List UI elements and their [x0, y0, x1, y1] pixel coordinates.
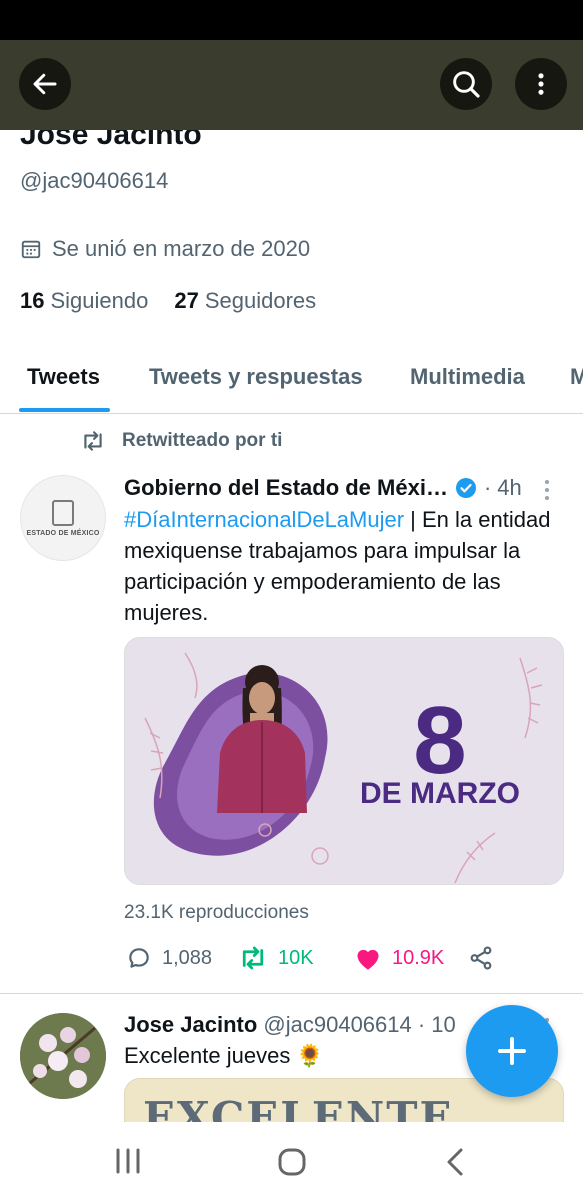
tab-likes[interactable]: M: [570, 364, 583, 390]
active-tab-indicator: [19, 408, 110, 412]
verified-badge-icon: [455, 478, 476, 498]
tweet-text: #DíaInternacionalDeLaMujer | En la entid…: [124, 504, 564, 628]
avatar-text: ESTADO DE MÉXICO: [26, 529, 100, 537]
more-options-button[interactable]: [515, 58, 567, 110]
back-button[interactable]: [19, 58, 71, 110]
following-count: 16: [20, 288, 45, 313]
share-button[interactable]: [468, 945, 494, 971]
follow-stats: 16 Siguiendo 27 Seguidores: [20, 288, 316, 314]
retweet-context: Retwitteado por ti: [80, 430, 282, 452]
following-link[interactable]: 16 Siguiendo: [20, 288, 148, 314]
tweet-media-image[interactable]: 8 DE MARZO: [124, 637, 564, 885]
tweet-author[interactable]: Gobierno del Estado de Méxi…: [124, 475, 448, 501]
retweet-icon: [242, 946, 264, 970]
tweet-header: Gobierno del Estado de Méxi… · 4h: [124, 473, 564, 503]
profile-header-bar: [0, 40, 583, 130]
retweet-icon: [84, 431, 102, 451]
tab-tweets-replies[interactable]: Tweets y respuestas: [149, 364, 363, 390]
retweet-label: Retwitteado por ti: [122, 430, 283, 451]
plus-icon: [498, 1037, 526, 1065]
more-vertical-icon: [538, 73, 544, 95]
retweet-count: 10K: [278, 946, 314, 969]
tweet-text: Excelente jueves 🌻: [124, 1043, 324, 1068]
retweet-button[interactable]: 10K: [238, 945, 314, 971]
home-icon[interactable]: [276, 1146, 308, 1178]
joined-text: Se unió en marzo de 2020: [52, 236, 311, 261]
search-icon: [453, 71, 480, 98]
reply-icon: [129, 948, 149, 968]
blossom-photo: [20, 1013, 106, 1099]
back-chevron-icon[interactable]: [442, 1146, 468, 1178]
media-line-text: DE MARZO: [360, 777, 520, 810]
like-count: 10.9K: [392, 946, 445, 969]
tweet-time[interactable]: 4h: [497, 475, 521, 501]
seal-icon: [52, 499, 74, 526]
hashtag-link[interactable]: #DíaInternacionalDeLaMujer: [124, 507, 404, 532]
avatar[interactable]: ESTADO DE MÉXICO: [20, 475, 106, 561]
like-button[interactable]: 10.9K: [354, 945, 444, 971]
tweet-divider: [0, 993, 583, 994]
share-icon: [470, 946, 492, 970]
followers-count: 27: [174, 288, 199, 313]
system-navigation-bar: [0, 1122, 583, 1200]
following-label: Siguiendo: [50, 288, 149, 313]
joined-date: Se unió en marzo de 2020: [20, 236, 310, 262]
status-bar: [0, 0, 583, 40]
followers-link[interactable]: 27 Seguidores: [174, 288, 316, 314]
profile-handle: @jac90406614: [20, 168, 169, 193]
view-count: 23.1K reproducciones: [124, 902, 309, 923]
reply-count: 1,088: [162, 946, 213, 969]
recents-icon[interactable]: [113, 1147, 143, 1175]
profile-tabs: Tweets Tweets y respuestas Multimedia M: [0, 346, 583, 414]
media-artwork: 8 DE MARZO: [144, 652, 543, 884]
separator-dot: ·: [483, 475, 492, 500]
heart-filled-icon: [357, 949, 379, 970]
avatar[interactable]: [20, 1013, 106, 1099]
reply-button[interactable]: 1,088: [126, 945, 212, 971]
tweet-more-icon[interactable]: [537, 478, 557, 502]
tab-media[interactable]: Multimedia: [410, 364, 525, 390]
compose-tweet-button[interactable]: [466, 1005, 558, 1097]
tweet-handle-time: @jac90406614 · 10: [263, 1012, 456, 1037]
calendar-icon: [21, 240, 41, 259]
tweet-actions: 1,088 10K 10.9K: [124, 945, 564, 979]
search-button[interactable]: [440, 58, 492, 110]
tab-tweets[interactable]: Tweets: [27, 364, 100, 390]
arrow-left-icon: [33, 73, 57, 95]
tweet-author[interactable]: Jose Jacinto: [124, 1012, 257, 1037]
followers-label: Seguidores: [204, 288, 317, 313]
